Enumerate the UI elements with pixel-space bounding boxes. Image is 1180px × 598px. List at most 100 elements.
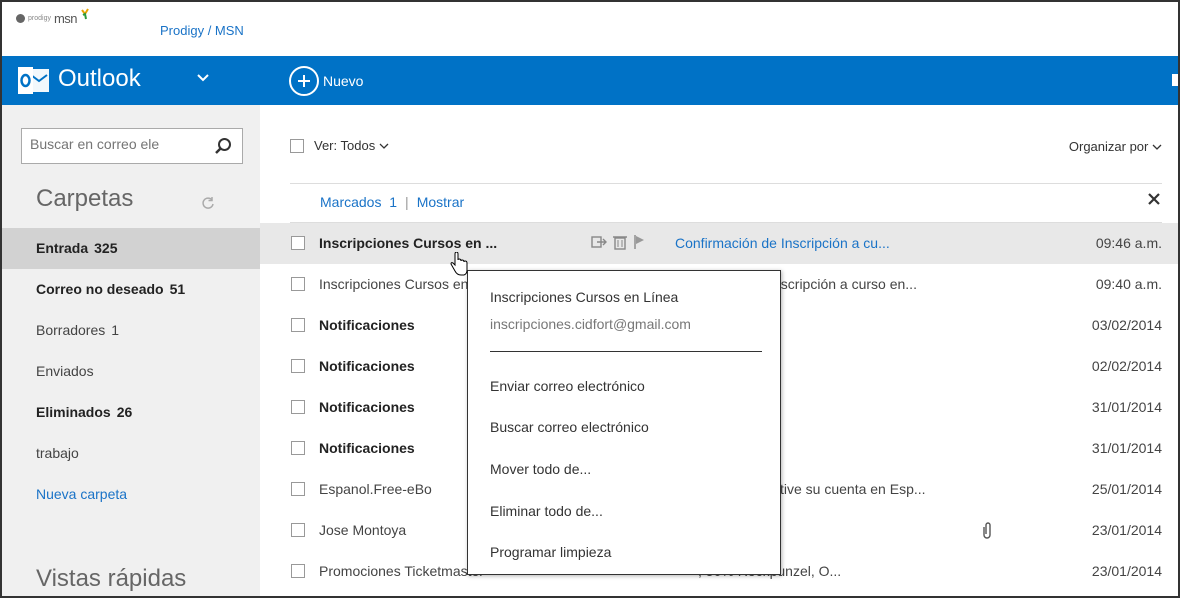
new-message-button[interactable]: Nuevo <box>289 65 363 97</box>
message-time: 09:40 a.m. <box>1095 276 1162 292</box>
message-sender: Notificaciones <box>319 399 415 415</box>
sender-context-menu: Inscripciones Cursos en Línea inscripcio… <box>467 270 781 575</box>
app-frame: prodigy msn Prodigy / MSN Outlook Nuevo <box>0 0 1180 598</box>
menu-item-search-email[interactable]: Buscar correo electrónico <box>490 419 649 435</box>
folder-label: Borradores <box>36 322 106 338</box>
show-flagged-link[interactable]: Mostrar <box>417 194 464 210</box>
new-message-label: Nuevo <box>323 73 364 89</box>
folder-count: 325 <box>94 240 118 256</box>
message-time: 23/01/2014 <box>1091 522 1162 538</box>
view-filter-dropdown[interactable]: Ver: Todos <box>314 138 389 153</box>
plus-circle-icon <box>289 66 319 96</box>
chevron-down-icon[interactable] <box>195 70 211 86</box>
message-sender: Notificaciones <box>319 317 415 333</box>
folders-heading: Carpetas <box>36 185 134 212</box>
msn-logo-text: msn <box>53 10 78 26</box>
row-actions <box>591 234 645 250</box>
quick-views-heading: Vistas rápidas <box>36 565 187 592</box>
contact-name: Inscripciones Cursos en Línea <box>490 289 679 305</box>
row-checkbox[interactable] <box>291 564 305 578</box>
message-subject: Confirmación de Inscripción a cu... <box>675 235 890 251</box>
folder-label: Correo no deseado <box>36 281 164 297</box>
folder-inbox[interactable]: Entrada 325 <box>2 228 260 269</box>
delete-icon[interactable] <box>613 234 627 250</box>
flagged-link[interactable]: Marcados 1 <box>320 194 397 210</box>
folder-trabajo[interactable]: trabajo <box>2 433 260 474</box>
folder-label: Nueva carpeta <box>36 486 128 502</box>
row-checkbox[interactable] <box>291 482 305 496</box>
message-sender: Jose Montoya <box>319 522 407 538</box>
prodigy-dot-icon <box>16 13 25 23</box>
row-checkbox[interactable] <box>291 318 305 332</box>
organize-by-dropdown[interactable]: Organizar por <box>1069 139 1162 154</box>
folder-count: 1 <box>111 322 120 338</box>
brand-bar: prodigy msn Prodigy / MSN <box>2 2 1178 43</box>
flag-icon[interactable] <box>633 234 645 250</box>
message-sender: Notificaciones <box>319 440 415 456</box>
menu-item-send-email[interactable]: Enviar correo electrónico <box>490 378 645 394</box>
flagged-bar: Marcados 1 | Mostrar <box>320 194 464 210</box>
view-filter-label: Ver: Todos <box>314 138 376 153</box>
folder-label: trabajo <box>36 445 79 461</box>
row-checkbox[interactable] <box>291 277 305 291</box>
msn-butterfly-icon <box>81 8 89 20</box>
list-toolbar: Ver: Todos <box>290 138 389 153</box>
chevron-down-icon <box>1152 144 1162 150</box>
message-sender: Promociones Ticketmaster <box>319 563 484 579</box>
row-checkbox[interactable] <box>291 400 305 414</box>
message-time: 31/01/2014 <box>1091 399 1162 415</box>
outlook-header: Outlook Nuevo <box>2 56 1178 105</box>
refresh-icon[interactable] <box>201 196 215 210</box>
prodigy-logo-text: prodigy <box>28 14 51 22</box>
message-subject: nscripción a curso en... <box>773 276 917 292</box>
hand-cursor-icon <box>450 252 468 276</box>
contact-email: inscripciones.cidfort@gmail.com <box>490 316 691 332</box>
folder-deleted[interactable]: Eliminados 26 <box>2 392 260 433</box>
flagged-label: Marcados <box>320 194 382 210</box>
msn-logo[interactable]: prodigy msn <box>16 8 90 26</box>
folder-count: 26 <box>116 404 133 420</box>
menu-item-delete-all[interactable]: Eliminar todo de... <box>490 503 603 519</box>
close-icon[interactable] <box>1146 191 1162 207</box>
message-row[interactable]: Inscripciones Cursos en ... Confirmación… <box>260 223 1178 264</box>
folder-count: 51 <box>169 281 186 297</box>
flagged-count: 1 <box>389 194 398 210</box>
folder-label: Entrada <box>36 240 89 256</box>
search-input[interactable] <box>30 136 200 152</box>
folder-sent[interactable]: Enviados <box>2 351 260 392</box>
menu-item-move-all[interactable]: Mover todo de... <box>490 461 591 477</box>
outlook-app-name[interactable]: Outlook <box>58 65 141 93</box>
message-time: 25/01/2014 <box>1091 481 1162 497</box>
folder-junk[interactable]: Correo no deseado 51 <box>2 269 260 310</box>
divider: | <box>405 194 409 210</box>
message-sender: Inscripciones Cursos en ... <box>319 235 498 251</box>
row-checkbox[interactable] <box>291 523 305 537</box>
message-subject: tive su cuenta en Esp... <box>780 481 926 497</box>
message-time: 03/02/2014 <box>1091 317 1162 333</box>
new-folder-link[interactable]: Nueva carpeta <box>2 474 260 515</box>
message-sender: Notificaciones <box>319 358 415 374</box>
message-sender: Espanol.Free-eBo <box>319 481 432 497</box>
menu-item-schedule-cleanup[interactable]: Programar limpieza <box>490 544 611 560</box>
search-box[interactable] <box>21 128 243 164</box>
chevron-down-icon <box>379 143 389 149</box>
message-time: 31/01/2014 <box>1091 440 1162 456</box>
folder-drafts[interactable]: Borradores 1 <box>2 310 260 351</box>
search-icon[interactable] <box>214 137 232 155</box>
message-sender: Inscripciones Cursos en ... <box>319 276 484 292</box>
paperclip-icon <box>983 522 991 539</box>
message-time: 23/01/2014 <box>1091 563 1162 579</box>
select-all-checkbox[interactable] <box>290 138 304 153</box>
folder-label: Eliminados <box>36 404 111 420</box>
row-checkbox[interactable] <box>291 441 305 455</box>
header-edge-marker <box>1172 74 1178 86</box>
brand-title-link[interactable]: Prodigy / MSN <box>160 23 244 38</box>
message-time: 09:46 a.m. <box>1095 235 1162 251</box>
row-checkbox[interactable] <box>291 236 305 250</box>
organize-by-label: Organizar por <box>1068 139 1149 154</box>
divider <box>490 351 762 352</box>
row-checkbox[interactable] <box>291 359 305 373</box>
left-sidebar: Carpetas Entrada325 Correo no deseado51 … <box>2 105 260 596</box>
move-icon[interactable] <box>591 234 607 250</box>
divider <box>290 183 1162 184</box>
